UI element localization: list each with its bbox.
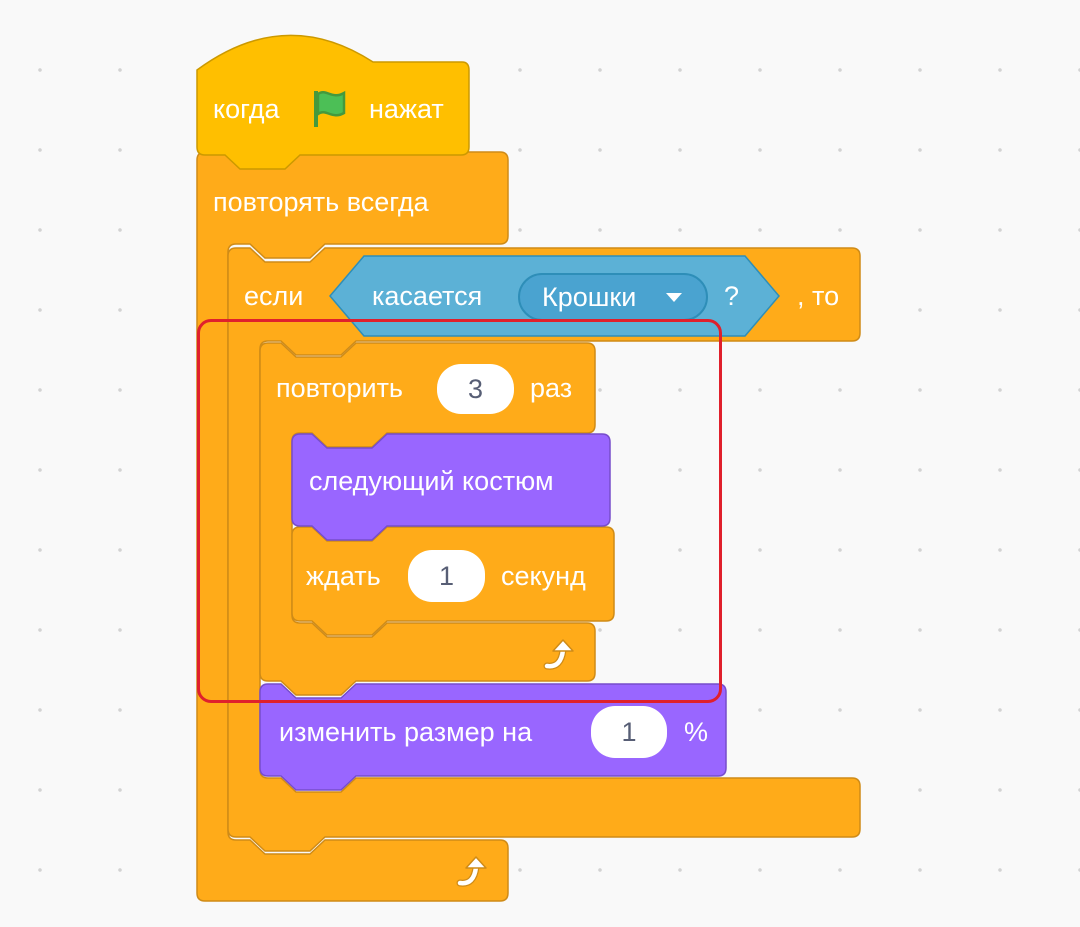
if-label: если (244, 281, 304, 311)
then-label: , то (797, 281, 840, 311)
change-size-input[interactable]: 1 (591, 706, 667, 758)
highlight-box (197, 319, 722, 703)
chevron-down-icon (666, 293, 682, 302)
touching-object-value: Крошки (542, 282, 637, 312)
touching-object-dropdown[interactable]: Крошки (518, 273, 708, 321)
touching-label: касается (372, 281, 483, 311)
loop-arrow-icon (456, 856, 487, 887)
percent-label: % (684, 717, 709, 747)
code-area[interactable]: когда нажат повторять всегда если касает… (0, 0, 1080, 927)
green-flag-icon[interactable] (306, 85, 352, 131)
change-size-label: изменить размер на (279, 717, 533, 747)
hat-label-when: когда (213, 94, 280, 124)
question-mark-label: ? (724, 281, 740, 311)
forever-label: повторять всегда (213, 187, 429, 217)
hat-label-clicked: нажат (369, 94, 444, 124)
